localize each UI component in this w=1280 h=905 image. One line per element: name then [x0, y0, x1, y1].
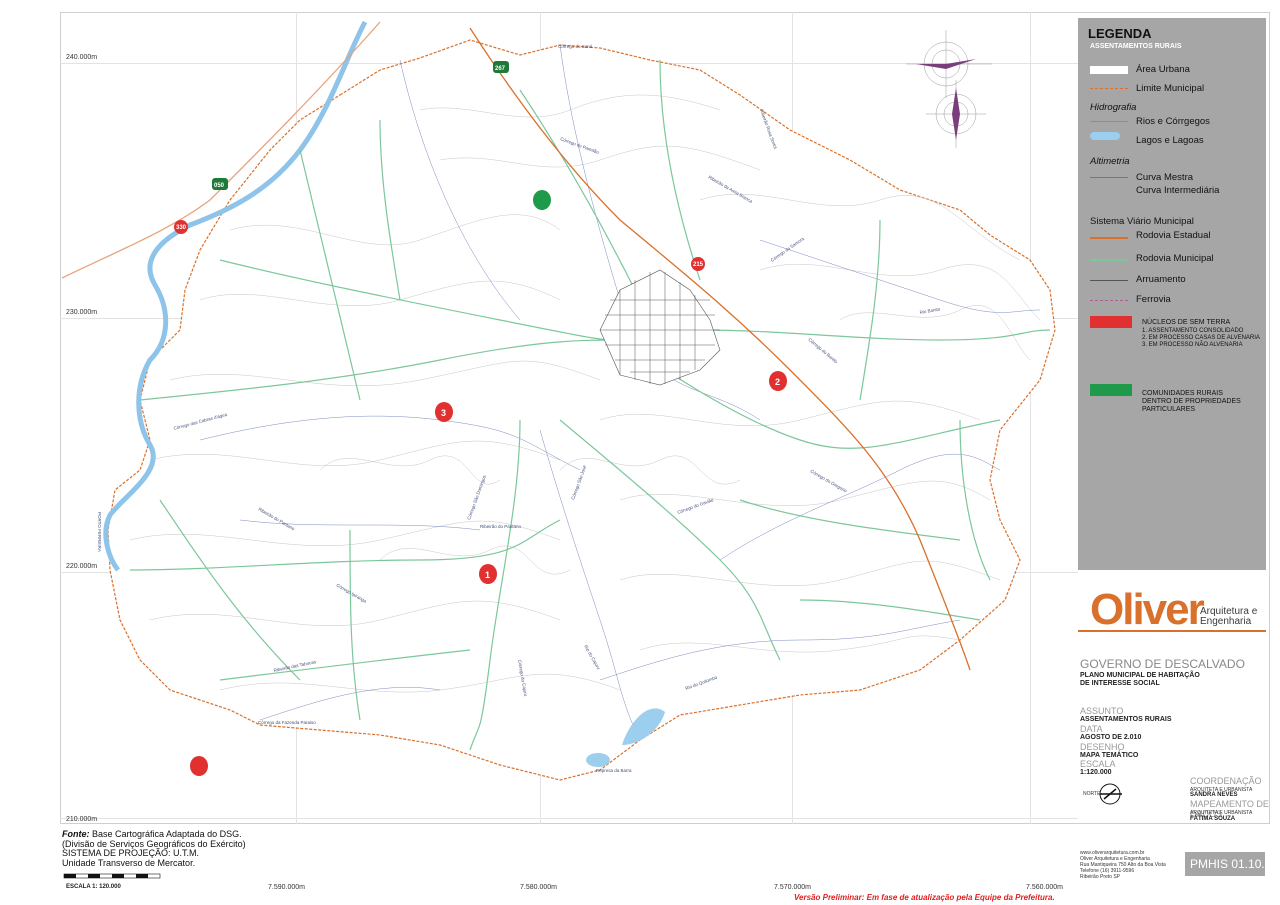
- date-label: DATA: [1080, 724, 1103, 734]
- scale-value: 1:120.000: [1080, 769, 1112, 776]
- contact-line: Ribeirão Preto SP: [1080, 874, 1121, 880]
- svg-text:Córrego do Saná: Córrego do Saná: [558, 44, 593, 49]
- mapping-name: FÁTIMA SOUZA: [1190, 816, 1236, 822]
- legend-label: COMUNIDADES RURAIS: [1142, 390, 1223, 397]
- source-text: Base Cartográfica Adaptada do DSG.: [89, 829, 242, 839]
- svg-text:050: 050: [214, 183, 225, 189]
- nucleo-swatch: [1090, 316, 1132, 328]
- railway-swatch: [1090, 300, 1128, 301]
- highway-shield-330: 330: [174, 220, 188, 234]
- north-label: NORTE: [1083, 791, 1101, 797]
- lake-swatch: [1090, 132, 1120, 140]
- date-value: AGOSTO DE 2.010: [1080, 734, 1142, 741]
- svg-text:267: 267: [495, 66, 506, 72]
- legend-heading: Sistema Viário Municipal: [1090, 216, 1194, 227]
- logo-subtitle: Arquitetura e Engenharia: [1200, 606, 1258, 627]
- community-swatch: [1090, 384, 1132, 396]
- lake: [586, 753, 610, 767]
- legend-label: Lagos e Lagoas: [1136, 135, 1204, 146]
- projection-text: Unidade Transverso de Mercator.: [62, 857, 196, 868]
- legend-label: Curva Intermediária: [1136, 185, 1220, 196]
- legend-label: Rodovia Municipal: [1136, 253, 1214, 264]
- logo-divider: [1078, 630, 1266, 632]
- drawing-value: MAPA TEMÁTICO: [1080, 752, 1139, 759]
- source-label: Fonte:: [62, 829, 90, 839]
- scale-label: ESCALA: [1080, 759, 1116, 769]
- legend-label: PARTICULARES: [1142, 406, 1196, 413]
- nucleo-marker-3: 3: [435, 402, 453, 422]
- legend-label: Rodovia Estadual: [1136, 230, 1211, 241]
- street-swatch: [1090, 280, 1128, 281]
- legend-label: Ferrovia: [1136, 294, 1171, 305]
- legend-heading: Altimetria: [1090, 156, 1130, 167]
- svg-text:1: 1: [485, 570, 490, 580]
- highway-shield-050: 050: [212, 178, 228, 190]
- boundary-swatch: [1090, 88, 1128, 89]
- drawing-code: PMHIS 01.10.: [1190, 857, 1265, 871]
- subject-label: ASSUNTO: [1080, 706, 1124, 716]
- legend-label: Área Urbana: [1136, 64, 1190, 75]
- svg-text:Córrego da Fazenda Paraiso: Córrego da Fazenda Paraiso: [258, 720, 316, 725]
- plan-title: PLANO MUNICIPAL DE HABITAÇÃO: [1080, 672, 1200, 679]
- urban-area-swatch: [1090, 66, 1128, 74]
- plan-title: DE INTERESSE SOCIAL: [1080, 680, 1160, 687]
- legend-label: 2. EM PROCESSO CASAS DE ALVENARIA: [1142, 335, 1260, 341]
- svg-text:215: 215: [693, 262, 704, 268]
- north-arrow-icon: [1099, 783, 1122, 805]
- legend-label: Arruamento: [1136, 274, 1186, 285]
- legend-label: Limite Municipal: [1136, 83, 1205, 94]
- svg-text:PORTO FERREIRA: PORTO FERREIRA: [97, 512, 102, 552]
- svg-text:2: 2: [775, 377, 780, 387]
- compass-rose-icon: [906, 30, 992, 148]
- rural-community-marker: [533, 190, 551, 210]
- legend-label: Curva Mestra: [1136, 172, 1194, 183]
- legend-panel: LEGENDA ASSENTAMENTOS RURAIS Área Urbana…: [1078, 18, 1266, 570]
- svg-text:3: 3: [441, 408, 446, 418]
- government-title: GOVERNO DE DESCALVADO: [1080, 657, 1245, 671]
- legend-heading: Hidrografia: [1090, 102, 1137, 113]
- scale-bar: [63, 873, 161, 879]
- source-block: Fonte: Base Cartográfica Adaptada do DSG…: [62, 829, 246, 868]
- svg-text:330: 330: [176, 225, 187, 231]
- state-road-swatch: [1090, 237, 1128, 239]
- svg-text:Ribeirão do Pantano: Ribeirão do Pantano: [480, 524, 522, 529]
- coordination-label: COORDENAÇÃO: [1190, 776, 1262, 786]
- municipal-boundary: [107, 39, 1056, 781]
- subject-value: ASSENTAMENTOS RURAIS: [1080, 716, 1172, 723]
- highway-shield-215: 215: [691, 257, 705, 271]
- nucleo-marker-1: 1: [479, 564, 497, 584]
- municipal-road-swatch: [1090, 259, 1128, 261]
- legend-label: DENTRO DE PROPRIEDADES: [1142, 398, 1241, 405]
- svg-text:Represa da Barra: Represa da Barra: [596, 768, 632, 773]
- legend-label: 3. EM PROCESSO NÃO ALVENARIA: [1142, 342, 1243, 348]
- preliminary-notice: Versão Preliminar: Em fase de atualizaçã…: [794, 893, 1055, 902]
- legend-title: LEGENDA: [1088, 26, 1152, 41]
- highway-shield-267: 267: [493, 61, 509, 73]
- legend-label: Rios e Córrgegos: [1136, 116, 1210, 127]
- legend-label: 1. ASSENTAMENTO CONSOLIDADO: [1142, 328, 1244, 334]
- stream-swatch: [1090, 121, 1128, 122]
- drawing-label: DESENHO: [1080, 742, 1125, 752]
- coordination-name: SANDRA NEVES: [1190, 792, 1238, 798]
- company-logo: Oliver: [1090, 585, 1205, 634]
- legend-subtitle: ASSENTAMENTOS RURAIS: [1090, 43, 1182, 50]
- nucleo-marker-unnumbered: [190, 756, 208, 776]
- legend-label: NÚCLEOS DE SEM TERRA: [1142, 319, 1231, 326]
- nucleo-marker-2: 2: [769, 371, 787, 391]
- scale-bar-label: ESCALA 1: 120.000: [66, 884, 121, 890]
- contour-swatch: [1090, 177, 1128, 178]
